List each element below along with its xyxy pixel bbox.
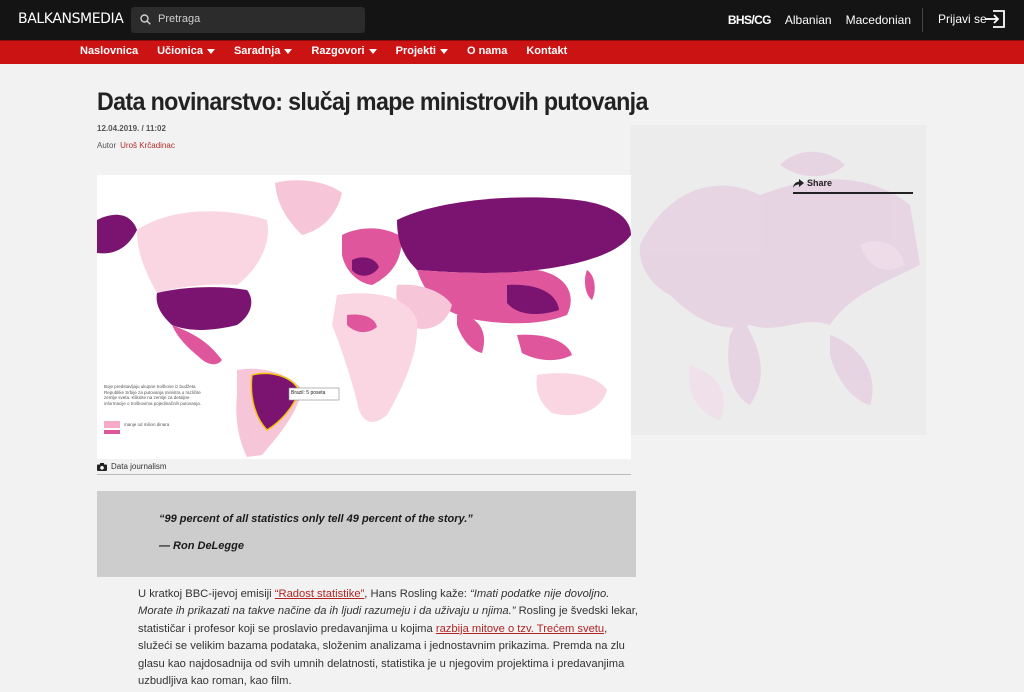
search-input[interactable]: Pretraga [158,13,200,25]
body-line: Morate ih prikazati na takve načine da i… [138,603,638,620]
map-legend-scale: manje od milion dinara [124,422,170,427]
body-text-italic: Morate ih prikazati na takve načine da i… [138,605,516,618]
author-label: Autor [97,141,117,150]
caption-text: Data journalism [111,462,167,471]
search-icon [140,14,151,25]
nav-label: Saradnja [233,45,281,57]
nav-item-naslovnica[interactable]: Naslovnica [80,45,138,57]
nav-label: Razgovori [311,45,365,57]
nav-item-o-nama[interactable]: O nama [467,45,507,57]
article-body: U kratkoj BBC-ijevoj emisiji “Radost sta… [138,586,638,690]
nav-item-saradnja[interactable]: Saradnja [233,45,293,57]
radost-statistike-link[interactable]: “Radost statistike” [275,588,365,600]
quote-author: — Ron DeLegge [159,540,244,552]
body-line: U kratkoj BBC-ijevoj emisiji “Radost sta… [138,586,638,603]
image-caption: Data journalism [97,462,631,475]
background-map-image [630,125,926,435]
chevron-down-icon [368,48,377,54]
nav-item-kontakt[interactable]: Kontakt [526,45,567,57]
world-map-image[interactable]: Boje predstavljaju ukupne troškove iz bu… [97,175,631,459]
nav-item-razgovori[interactable]: Razgovori [311,45,377,57]
razbija-mitove-link[interactable]: razbija mitove o tzv. Trećem svetu [436,623,604,635]
site-logo[interactable]: BALKANSMEDIA [18,11,124,27]
body-text-italic: “Imati podatke nije dovoljno. [470,588,610,600]
lang-bhs-cg[interactable]: BHS/CG [728,13,772,27]
map-tooltip: Brazil: 5 poseta [291,390,326,396]
search-box[interactable]: Pretraga [131,7,365,33]
nav-label: Kontakt [526,45,568,57]
body-text: statističar i profesor koji se proslavio… [138,622,436,635]
login-icon[interactable] [984,9,1006,29]
body-text: Rosling je švedski lekar, [515,605,638,618]
body-line: glasu kao najdosadnija od svih umnih del… [138,657,625,670]
top-bar: BALKANSMEDIA Pretraga BHS/CG Albanian Ma… [0,0,1024,40]
nav-item-projekti[interactable]: Projekti [396,45,448,57]
body-line: služeći se velikim bazama podataka, slož… [138,640,625,653]
login-link[interactable]: Prijavi se [938,12,987,26]
nav-label: Projekti [395,45,436,57]
nav-label: Učionica [157,45,203,57]
body-text: , Hans Rosling kaže: [364,588,471,600]
article-title: Data novinarstvo: slučaj mape ministrovi… [97,88,648,116]
nav-item-ucionica[interactable]: Učionica [157,45,215,57]
article-author: Autor Uroš Krčadinac [97,141,175,150]
author-link[interactable]: Uroš Krčadinac [120,141,175,150]
pull-quote: “99 percent of all statistics only tell … [97,491,636,577]
nav-label: Naslovnica [80,45,139,57]
camera-icon [97,462,107,471]
article-date: 12.04.2019. / 11:02 [97,124,166,133]
body-line: statističar i profesor koji se proslavio… [138,621,638,638]
chevron-down-icon [284,48,293,54]
lang-macedonian[interactable]: Macedonian [846,13,911,27]
quote-text: “99 percent of all statistics only tell … [159,513,473,525]
main-nav: Naslovnica Učionica Saradnja Razgovori P… [0,40,1024,64]
chevron-down-icon [439,48,448,54]
nav-label: O nama [466,45,508,57]
share-button[interactable]: Share [793,178,913,194]
chevron-down-icon [206,48,215,54]
share-label: Share [807,178,833,188]
header-divider [922,8,923,32]
share-icon [793,178,804,188]
language-switcher: BHS/CG Albanian Macedonian [728,13,911,27]
body-text: , [604,622,608,635]
lang-albanian[interactable]: Albanian [785,13,832,27]
body-text: U kratkoj BBC-ijevoj emisiji [138,588,275,600]
map-legend-text: Boje predstavljaju ukupne troškove iz bu… [104,384,202,406]
body-line: uzbudljiva kao roman, kao film. [138,675,292,688]
